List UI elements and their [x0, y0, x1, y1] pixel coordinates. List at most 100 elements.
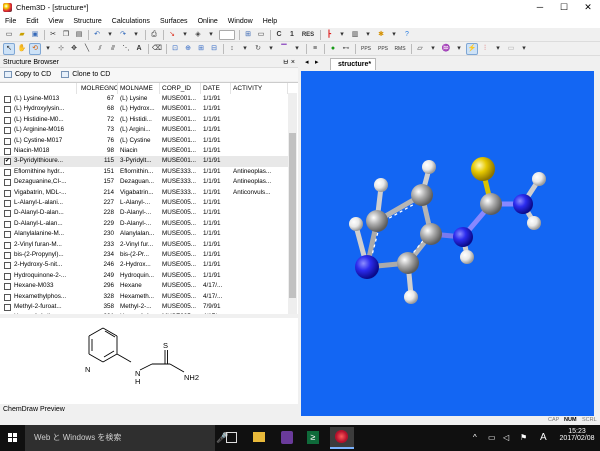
menu-surfaces[interactable]: Surfaces	[155, 18, 193, 25]
table-row[interactable]: Alanylalanine-M... 230 Alanylalan... MUSE00…	[0, 229, 288, 239]
dialog-dropdown-icon[interactable]: ▾	[363, 30, 373, 40]
structure-table[interactable]: MOLREGNO MOLNAME CORP_ID DATE ACTIVITY (…	[0, 82, 298, 314]
eraser-icon[interactable]: ⌫	[152, 44, 162, 54]
row-checkbox[interactable]	[4, 96, 11, 103]
row-checkbox[interactable]	[4, 137, 11, 145]
translate-icon[interactable]: ✥	[69, 44, 79, 54]
column-header-date[interactable]: DATE	[201, 83, 231, 94]
tab-scroll-left-icon[interactable]: ◂	[305, 58, 309, 66]
center-icon[interactable]: ⊕	[183, 44, 193, 54]
row-checkbox[interactable]	[4, 231, 11, 239]
clone-to-cd-button[interactable]: Clone to CD	[61, 71, 110, 78]
measure-icon[interactable]: ▔	[279, 44, 289, 54]
extra-dropdown-icon[interactable]: ▾	[519, 44, 529, 54]
table-row[interactable]: Hexan-1,4-dione...231Hexan-1,4...MUSE005…	[0, 312, 288, 314]
task-view-icon[interactable]	[226, 432, 237, 443]
file-explorer-icon[interactable]	[253, 432, 265, 442]
undo-icon[interactable]: ↶	[92, 30, 102, 40]
axis-x-icon[interactable]: ↕	[227, 44, 237, 54]
row-checkbox[interactable]	[4, 106, 11, 114]
save-icon[interactable]: ▣	[30, 30, 40, 40]
table-row[interactable]: Hexane-M033 296 Hexane MUSE005... 4/17/...	[0, 281, 288, 291]
sequence-icon[interactable]: ⊷	[341, 44, 351, 54]
terminal-app-icon[interactable]: ≥	[307, 431, 319, 444]
redo-icon[interactable]: ↷	[118, 30, 128, 40]
undo-dropdown-icon[interactable]: ▾	[105, 30, 115, 40]
column-header-corp-id[interactable]: CORP_ID	[160, 83, 201, 94]
row-checkbox[interactable]	[4, 252, 11, 259]
column-header-activity[interactable]: ACTIVITY	[231, 83, 288, 94]
measure-dropdown-icon[interactable]: ▾	[292, 44, 302, 54]
table-row[interactable]: bis-(2-Propynyl)... 234 bis-(2-Pr... MUSE00…	[0, 250, 288, 260]
dummy-bond-icon[interactable]: ⋱	[121, 44, 131, 54]
chem3d-taskbar-button[interactable]	[330, 427, 354, 449]
table-row[interactable]: Vigabatrin, MDL-... 214 Vigabatrin... MUSE3…	[0, 188, 288, 198]
arrange-icon[interactable]: ↘	[167, 30, 177, 40]
menu-file[interactable]: File	[0, 18, 21, 25]
menu-window[interactable]: Window	[223, 18, 258, 25]
label-icon[interactable]: ┣	[324, 30, 334, 40]
table-row[interactable]: (L) Histidine-M0... 72 (L) Histidi... MUSE0…	[0, 115, 288, 125]
tray-arrow-icon[interactable]: ^	[473, 433, 477, 442]
copy-icon[interactable]: ❐	[61, 30, 71, 40]
menu-calculations[interactable]: Calculations	[107, 18, 155, 25]
row-checkbox[interactable]	[4, 293, 11, 301]
row-checkbox[interactable]	[4, 168, 11, 176]
pane-pin-close[interactable]: ㅂ ×	[283, 57, 295, 67]
ppsd-icon[interactable]: PPS	[359, 44, 373, 54]
table-row[interactable]: (L) Arginine-M016 73 (L) Argini... MUSE001.…	[0, 125, 288, 135]
color-dropdown[interactable]	[219, 29, 235, 40]
charge-icon[interactable]: ⚡	[466, 42, 478, 55]
help-icon[interactable]: ?	[402, 30, 412, 40]
table-row[interactable]: Eflornithine hydr... 151 Eflornithin... MUS…	[0, 167, 288, 177]
c-button[interactable]: C	[274, 30, 284, 40]
ime-indicator[interactable]: A	[540, 432, 547, 443]
orbital-dropdown-icon[interactable]: ▾	[454, 44, 464, 54]
table-row[interactable]: 2-Vinyl furan-M... 233 2-Vinyl fur... MUSE0…	[0, 240, 288, 250]
menu-view[interactable]: View	[43, 18, 68, 25]
scrollbar-thumb[interactable]	[289, 133, 296, 298]
print-icon[interactable]: ⎙	[149, 30, 159, 40]
orient-icon[interactable]: ⊟	[209, 44, 219, 54]
row-checkbox[interactable]	[4, 116, 11, 124]
tray-network-icon[interactable]: ▭	[488, 433, 496, 442]
table-row[interactable]: Hydroquinone-2-... 249 Hydroquin... MUSE005…	[0, 271, 288, 281]
table-row[interactable]: 2-Hydroxy-5-nit... 246 2-Hydrox... MUSE005.…	[0, 260, 288, 270]
dipole-icon[interactable]: ⫶	[480, 44, 490, 54]
clock[interactable]: 15:23 2017/02/08	[558, 428, 596, 442]
row-checkbox[interactable]	[4, 200, 11, 207]
taskbar-search-box[interactable]: Web と Windows を検索	[25, 425, 215, 451]
row-checkbox[interactable]	[4, 148, 11, 155]
axis-dropdown-icon[interactable]: ▾	[240, 44, 250, 54]
menu-edit[interactable]: Edit	[21, 18, 43, 25]
row-checkbox[interactable]	[4, 262, 11, 270]
tab-scroll-right-icon[interactable]: ▸	[315, 58, 319, 66]
rotate-dropdown-icon[interactable]: ▾	[43, 44, 53, 54]
res-button[interactable]: RES	[300, 30, 316, 40]
one-button[interactable]: 1	[287, 30, 297, 40]
text-tool-icon[interactable]: A	[134, 44, 144, 54]
surface-icon[interactable]: ▱	[415, 44, 425, 54]
label-dropdown-icon[interactable]: ▾	[337, 30, 347, 40]
lightbulb-dropdown-icon[interactable]: ▾	[389, 30, 399, 40]
table-row[interactable]: (L) Lysine-M013 67 (L) Lysine MUSE001... 1/1…	[0, 94, 288, 104]
ppsr-icon[interactable]: PPS	[376, 44, 390, 54]
table-row[interactable]: (L) Hydroxylysin... 68 (L) Hydrox... MUSE00…	[0, 104, 288, 114]
menu-structure[interactable]: Structure	[68, 18, 106, 25]
view-icon[interactable]: ⊞	[196, 44, 206, 54]
rotate-icon[interactable]: ⟲	[29, 42, 41, 55]
spin-icon[interactable]: ↻	[253, 44, 263, 54]
table-row[interactable]: Niacin-M018 98 Niacin MUSE001... 1/1/91	[0, 146, 288, 156]
column-header-molname[interactable]: MOLNAME	[118, 83, 160, 94]
column-header-name[interactable]	[0, 83, 77, 94]
menu-online[interactable]: Online	[193, 18, 223, 25]
maximize-button[interactable]: ☐	[552, 0, 576, 15]
background-icon[interactable]: ▭	[256, 30, 266, 40]
open-folder-icon[interactable]: ▰	[17, 30, 27, 40]
select-arrow-icon[interactable]: ↖	[3, 42, 15, 55]
3d-model-canvas[interactable]	[301, 71, 594, 416]
triple-bond-icon[interactable]: ⫻	[108, 44, 118, 54]
single-bond-icon[interactable]: ╲	[82, 44, 92, 54]
arrange-dropdown-icon[interactable]: ▾	[180, 30, 190, 40]
table-row[interactable]: (L) Cystine-M017 76 (L) Cystine MUSE001... 1…	[0, 136, 288, 146]
